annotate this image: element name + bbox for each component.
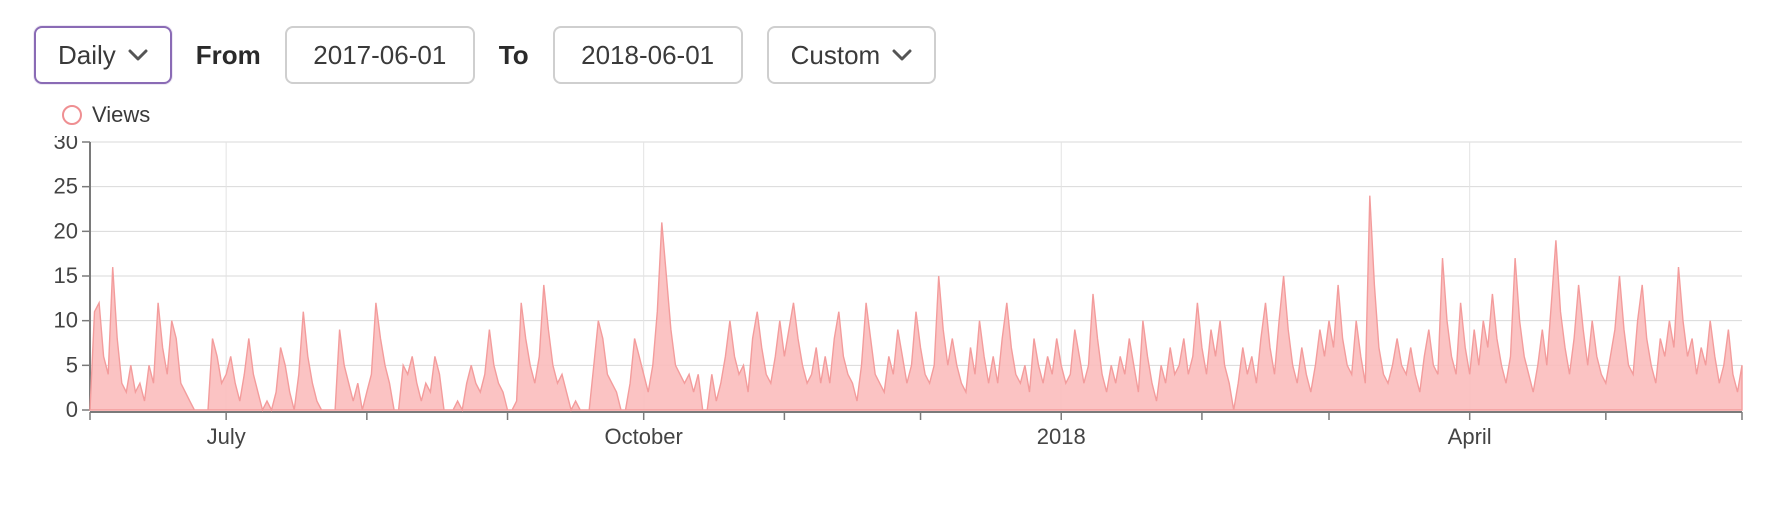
chevron-down-icon <box>892 48 912 62</box>
svg-text:July: July <box>207 424 246 449</box>
views-chart: 0 5 10 15 20 25 30 July October 2018 April <box>34 136 1748 456</box>
from-label: From <box>196 40 261 71</box>
chart-legend: Views <box>62 102 1748 128</box>
svg-text:2018: 2018 <box>1037 424 1086 449</box>
range-preset-select[interactable]: Custom <box>767 26 937 84</box>
svg-text:0: 0 <box>66 397 78 422</box>
from-date-input[interactable]: 2017-06-01 <box>285 26 475 84</box>
svg-text:15: 15 <box>54 263 78 288</box>
range-preset-label: Custom <box>791 42 881 68</box>
svg-text:5: 5 <box>66 352 78 377</box>
legend-swatch-circle-icon <box>62 105 82 125</box>
svg-text:20: 20 <box>54 218 78 243</box>
chevron-down-icon <box>128 48 148 62</box>
granularity-select[interactable]: Daily <box>34 26 172 84</box>
svg-text:25: 25 <box>54 174 78 199</box>
svg-text:30: 30 <box>54 136 78 154</box>
to-date-input[interactable]: 2018-06-01 <box>553 26 743 84</box>
svg-text:10: 10 <box>54 308 78 333</box>
svg-text:October: October <box>605 424 683 449</box>
from-date-value: 2017-06-01 <box>313 42 446 68</box>
legend-series-label: Views <box>92 102 150 128</box>
granularity-label: Daily <box>58 42 116 68</box>
to-label: To <box>499 40 529 71</box>
to-date-value: 2018-06-01 <box>581 42 714 68</box>
svg-text:April: April <box>1448 424 1492 449</box>
filter-toolbar: Daily From 2017-06-01 To 2018-06-01 Cust… <box>34 26 1748 84</box>
